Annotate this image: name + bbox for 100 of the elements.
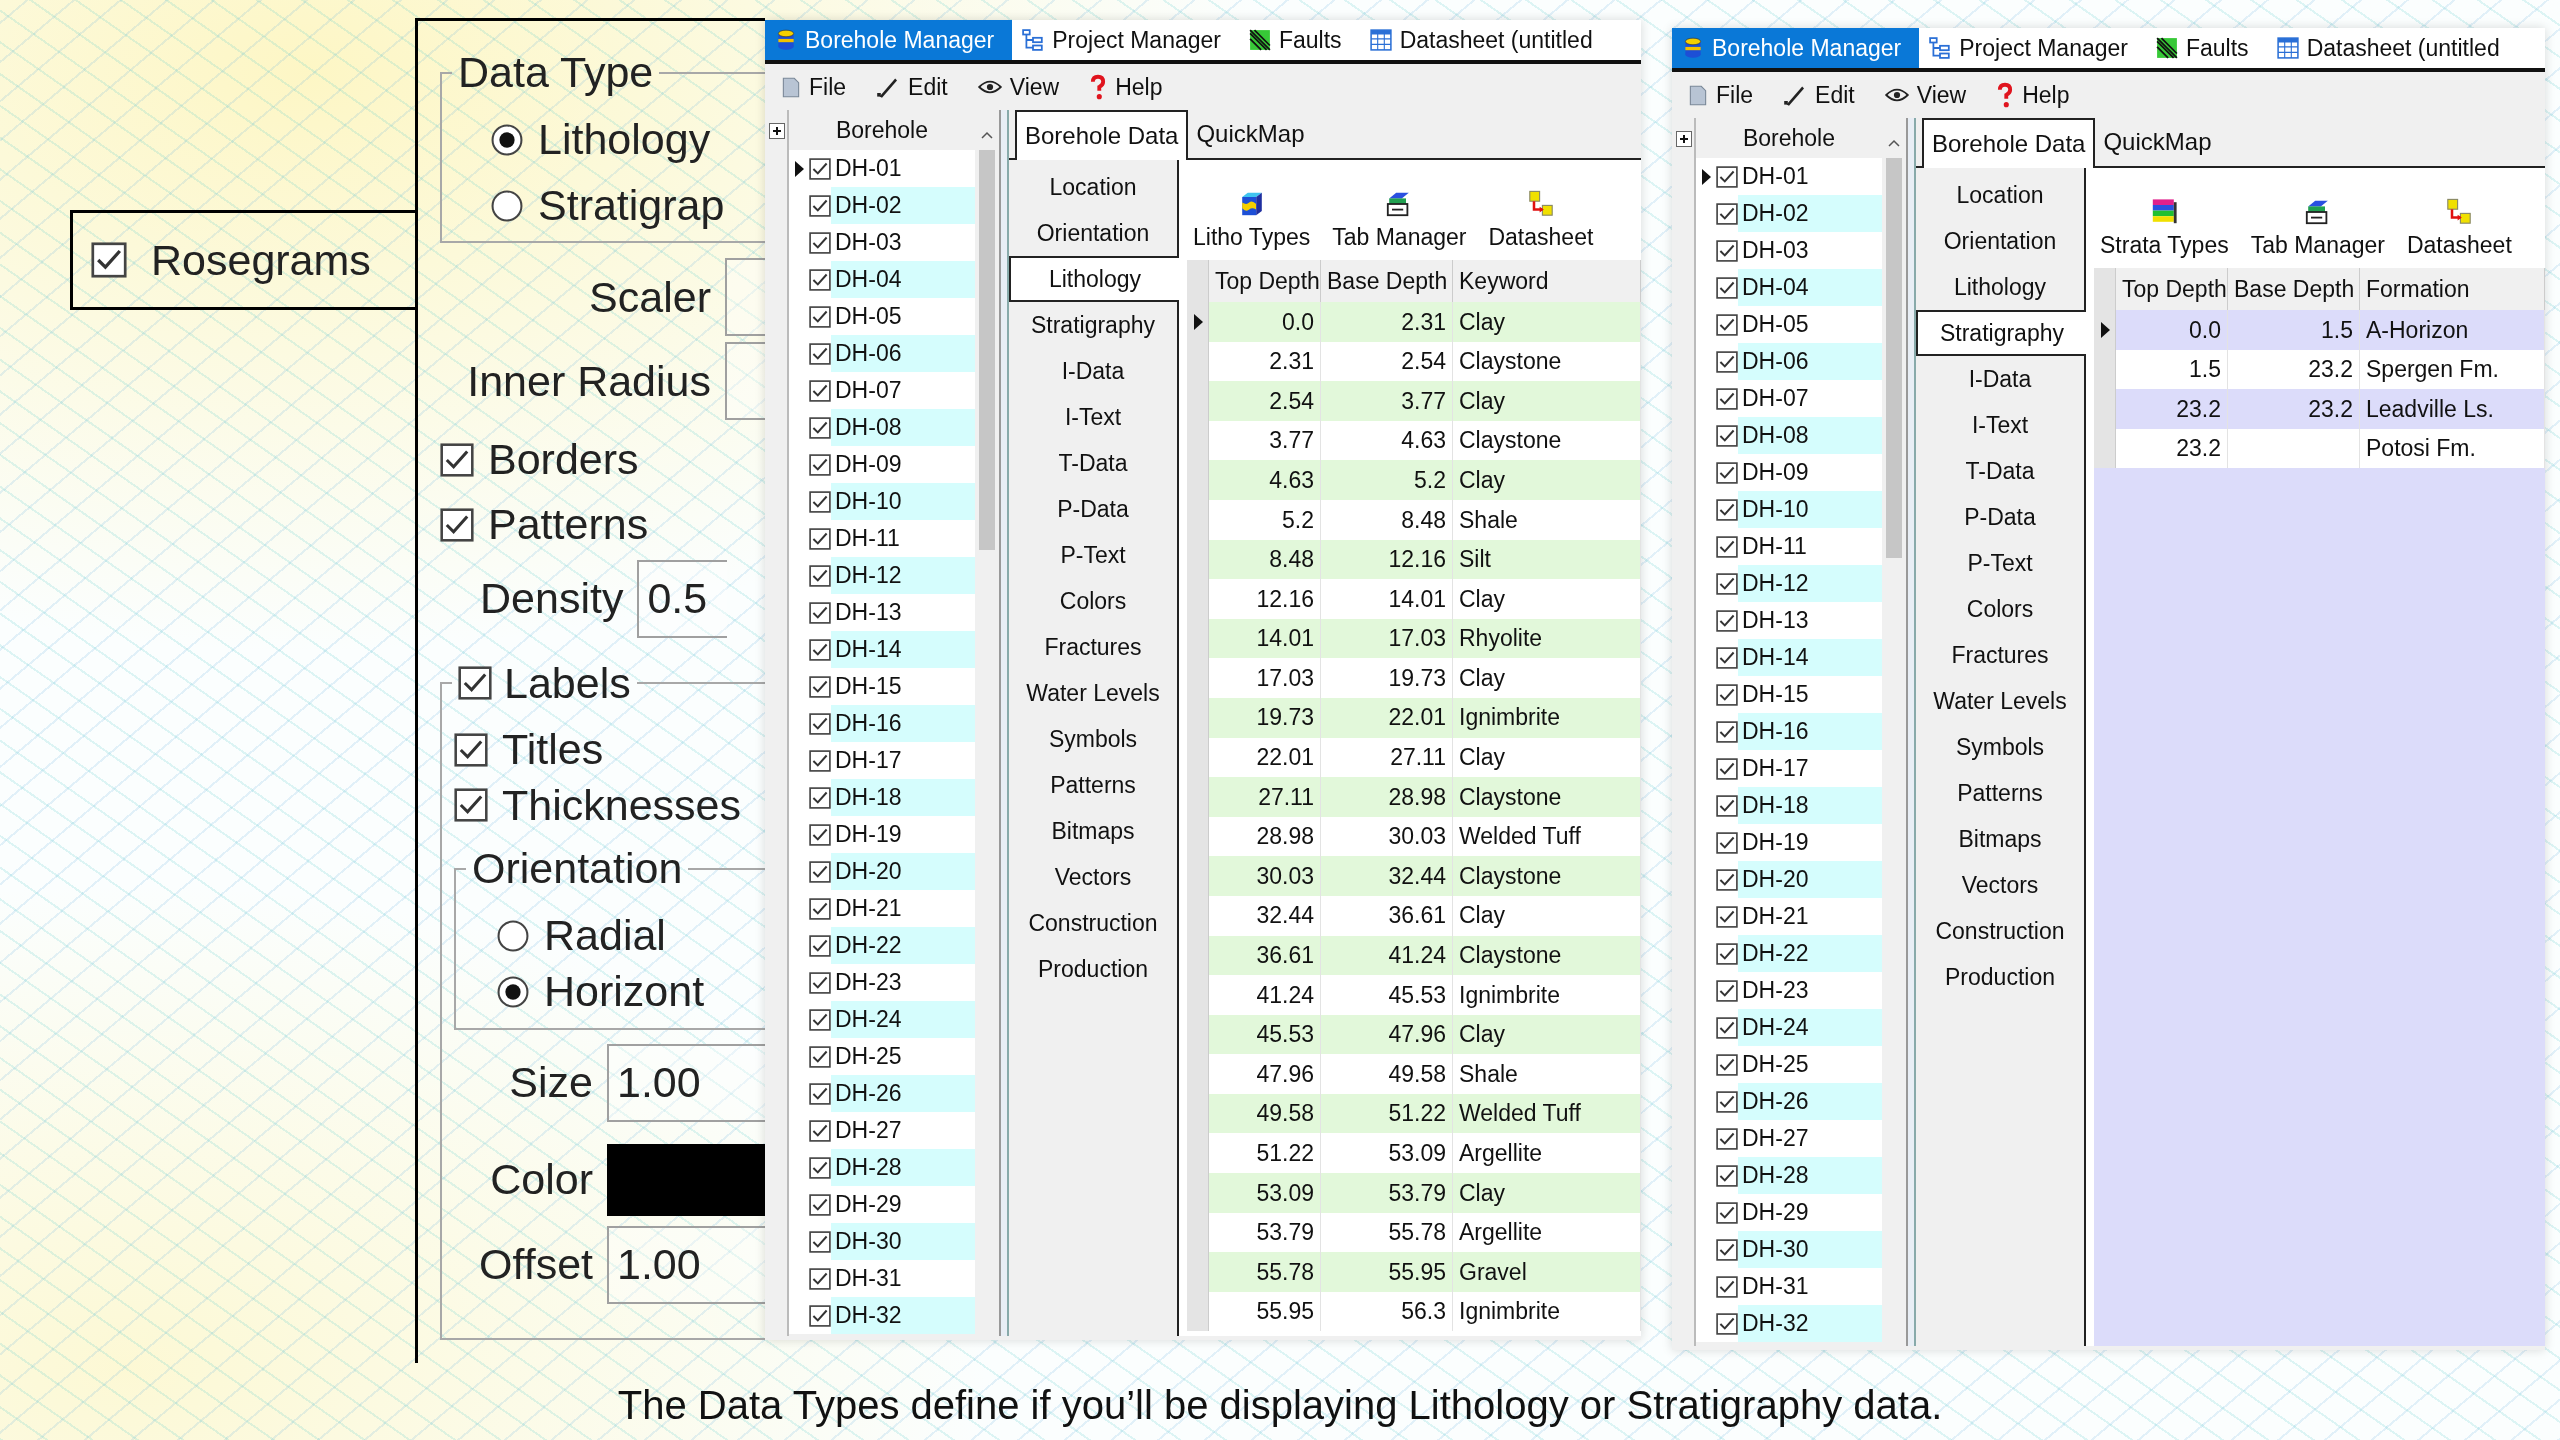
list-row[interactable]: DH-12	[789, 557, 975, 594]
checkbox[interactable]	[809, 601, 831, 624]
list-row[interactable]: DH-30	[1696, 1231, 1882, 1268]
checkbox[interactable]	[809, 416, 831, 439]
table-row[interactable]: 28.98 30.03 Welded Tuff	[1187, 816, 1641, 857]
list-row[interactable]: DH-13	[789, 594, 975, 631]
radio-button[interactable]	[496, 974, 530, 1009]
checkbox[interactable]	[809, 712, 831, 735]
checkbox[interactable]	[1716, 1275, 1738, 1298]
list-row[interactable]: DH-25	[789, 1038, 975, 1075]
checkbox[interactable]	[1716, 1201, 1738, 1224]
table-row[interactable]: 27.11 28.98 Claystone	[1187, 777, 1641, 817]
checkbox[interactable]	[809, 1230, 831, 1253]
radio-button[interactable]	[490, 188, 524, 223]
tab[interactable]: QuickMap	[1188, 110, 1313, 158]
list-row[interactable]: DH-23	[1696, 972, 1882, 1009]
list-row[interactable]: DH-28	[789, 1149, 975, 1186]
side-tab[interactable]: Symbols	[1009, 716, 1177, 762]
tab[interactable]: QuickMap	[2095, 118, 2220, 166]
list-row[interactable]: DH-19	[1696, 824, 1882, 861]
app-tab[interactable]: Faults	[1239, 20, 1360, 60]
checkbox[interactable]	[809, 823, 831, 846]
list-row[interactable]: DH-11	[789, 520, 975, 557]
rosegrams-checkbox[interactable]: Rosegrams	[70, 210, 418, 310]
table-row[interactable]: 2.31 2.54 Claystone	[1187, 341, 1641, 382]
side-tab[interactable]: Water Levels	[1009, 670, 1177, 716]
list-row[interactable]: DH-08	[789, 409, 975, 446]
checkbox[interactable]	[1716, 683, 1738, 706]
checkbox[interactable]	[809, 1119, 831, 1142]
side-tab[interactable]: Bitmaps	[1916, 816, 2084, 862]
table-row[interactable]: 0.0 2.31 Clay	[1187, 302, 1641, 342]
checkbox[interactable]	[809, 1008, 831, 1031]
checkbox[interactable]	[809, 527, 831, 550]
list-row[interactable]: DH-05	[1696, 306, 1882, 343]
checkbox[interactable]	[1716, 239, 1738, 262]
side-tab[interactable]: I-Data	[1009, 348, 1177, 394]
checkbox[interactable]	[1716, 165, 1738, 188]
list-row[interactable]: DH-25	[1696, 1046, 1882, 1083]
checkbox[interactable]	[1716, 905, 1738, 928]
color-swatch[interactable]	[607, 1143, 767, 1216]
list-row[interactable]: DH-24	[1696, 1009, 1882, 1046]
checkbox[interactable]	[809, 194, 831, 217]
checkbox[interactable]	[1716, 1164, 1738, 1187]
side-tab[interactable]: Location	[1009, 164, 1177, 210]
list-row[interactable]: DH-31	[1696, 1268, 1882, 1305]
list-row[interactable]: DH-23	[789, 964, 975, 1001]
table-row[interactable]: 17.03 19.73 Clay	[1187, 658, 1641, 698]
toolbar-button[interactable]: Litho Types	[1187, 189, 1317, 254]
side-tab[interactable]: Colors	[1916, 586, 2084, 632]
menu-item[interactable]: Help	[1992, 77, 2074, 113]
checkbox[interactable]	[809, 453, 831, 476]
list-row[interactable]: DH-26	[789, 1075, 975, 1112]
size-field[interactable]: 1.00	[607, 1043, 767, 1122]
list-row[interactable]: DH-31	[789, 1260, 975, 1297]
list-row[interactable]: DH-17	[1696, 750, 1882, 787]
side-tab[interactable]: Patterns	[1009, 762, 1177, 808]
table-row[interactable]: 19.73 22.01 Ignimbrite	[1187, 697, 1641, 738]
checkbox[interactable]	[809, 342, 831, 365]
density-field[interactable]: 0.5	[637, 559, 728, 638]
list-row[interactable]: DH-08	[1696, 417, 1882, 454]
checkbox[interactable]	[440, 443, 474, 478]
list-row[interactable]: DH-07	[1696, 380, 1882, 417]
side-tab[interactable]: P-Data	[1009, 486, 1177, 532]
offset-field[interactable]: 1.00	[607, 1225, 767, 1304]
checkbox[interactable]	[1716, 979, 1738, 1002]
list-row[interactable]: DH-27	[789, 1112, 975, 1149]
checkbox[interactable]	[1716, 1127, 1738, 1150]
list-row[interactable]: DH-30	[789, 1223, 975, 1260]
side-tab[interactable]: T-Data	[1009, 440, 1177, 486]
list-row[interactable]: DH-04	[789, 261, 975, 298]
side-tab[interactable]: Vectors	[1009, 854, 1177, 900]
scrollbar-thumb[interactable]	[1886, 158, 1902, 558]
checkbox[interactable]	[1716, 202, 1738, 225]
list-row[interactable]: DH-02	[1696, 195, 1882, 232]
app-tab[interactable]: Datasheet (untitled	[2266, 28, 2518, 68]
tab[interactable]: Borehole Data	[1015, 110, 1189, 160]
menu-item[interactable]: Help	[1085, 69, 1167, 105]
checkbox[interactable]	[1716, 720, 1738, 743]
checkbox[interactable]	[809, 379, 831, 402]
checkbox[interactable]	[454, 732, 488, 767]
checkbox[interactable]	[1716, 1312, 1738, 1335]
list-row[interactable]: DH-29	[1696, 1194, 1882, 1231]
checkbox[interactable]	[1716, 1016, 1738, 1039]
side-tab[interactable]: Colors	[1009, 578, 1177, 624]
table-row[interactable]: 51.22 53.09 Argellite	[1187, 1133, 1641, 1174]
toolbar-button[interactable]: Strata Types	[2094, 197, 2235, 262]
tab[interactable]: Borehole Data	[1922, 118, 2096, 168]
app-tab[interactable]: Datasheet (untitled	[1359, 20, 1611, 60]
side-tab[interactable]: Patterns	[1916, 770, 2084, 816]
list-row[interactable]: DH-32	[1696, 1305, 1882, 1342]
checkbox[interactable]	[809, 934, 831, 957]
list-row[interactable]: DH-22	[789, 927, 975, 964]
table-row[interactable]: 14.01 17.03 Rhyolite	[1187, 618, 1641, 659]
checkbox[interactable]	[809, 897, 831, 920]
list-row[interactable]: DH-07	[789, 372, 975, 409]
checkbox[interactable]	[1716, 831, 1738, 854]
scaler-field[interactable]	[725, 258, 765, 337]
side-tab[interactable]: Location	[1916, 172, 2084, 218]
list-row[interactable]: DH-32	[789, 1297, 975, 1334]
side-tab[interactable]: P-Text	[1009, 532, 1177, 578]
